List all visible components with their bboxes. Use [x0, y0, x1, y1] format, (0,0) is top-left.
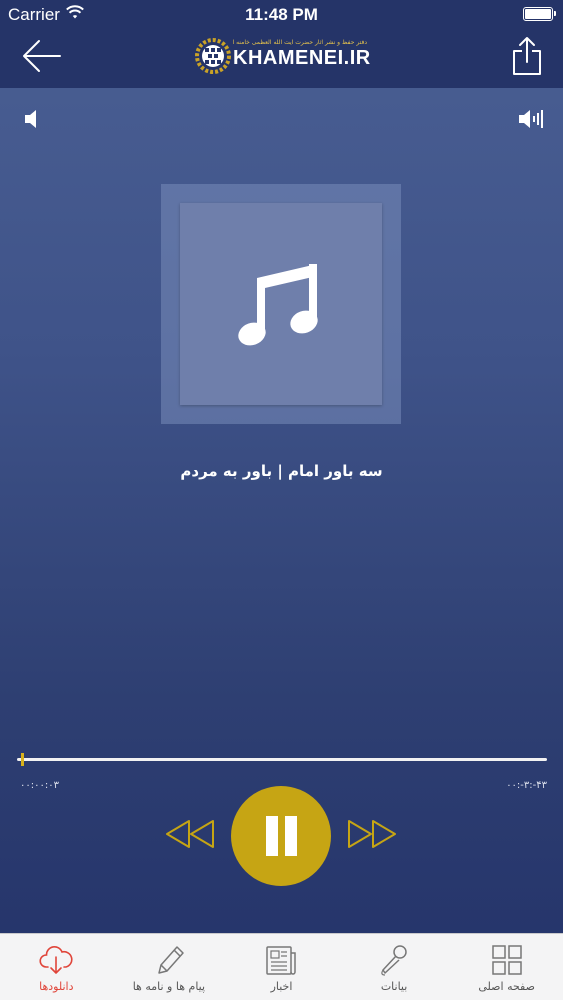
battery-icon: [523, 7, 556, 21]
emblem-icon: [195, 38, 231, 74]
navigation-bar: دفتر حفظ و نشر آثار حضرت آیت الله العظمی…: [0, 30, 563, 88]
speaker-high-icon[interactable]: [517, 108, 545, 130]
speaker-low-icon[interactable]: [22, 108, 42, 130]
microphone-icon: [381, 945, 407, 976]
time-remaining: ۰۰:-۳:-۴۳: [506, 780, 547, 791]
tab-messages-letters[interactable]: پیام ها و نامه ها: [113, 934, 226, 1000]
tab-label: بیانات: [380, 980, 408, 993]
tab-home[interactable]: صفحه اصلی: [450, 934, 563, 1000]
arrow-left-icon[interactable]: [20, 38, 62, 74]
track-title: سه باور امام | باور به مردم: [180, 462, 383, 480]
pen-icon: [158, 946, 184, 974]
artwork-frame: [161, 184, 401, 424]
music-note-icon: [238, 264, 318, 346]
pause-icon-bar-left: [266, 816, 278, 856]
tab-label: دانلودها: [39, 980, 74, 993]
fast-forward-icon[interactable]: [345, 818, 399, 850]
time-elapsed: ۰۰:۰۰:۰۳: [20, 780, 59, 791]
khamenei-logo: دفتر حفظ و نشر آثار حضرت آیت الله العظمی…: [195, 38, 370, 78]
album-artwork: [180, 203, 382, 405]
pause-icon-bar-right: [285, 816, 297, 856]
cloud-download-icon: [39, 946, 73, 974]
tab-news[interactable]: اخبار: [225, 934, 338, 1000]
newspaper-icon: [266, 946, 297, 975]
status-bar: Carrier 11:48 PM: [0, 0, 563, 30]
tab-label: صفحه اصلی: [478, 980, 535, 993]
progress-slider[interactable]: [17, 753, 547, 766]
progress-thumb[interactable]: [21, 753, 24, 766]
logo-tagline: دفتر حفظ و نشر آثار حضرت آیت الله العظمی…: [233, 39, 367, 46]
tab-label: پیام ها و نامه ها: [132, 980, 206, 993]
tab-statements[interactable]: بیانات: [338, 934, 451, 1000]
status-time: 11:48 PM: [245, 5, 318, 24]
pause-button[interactable]: [231, 786, 331, 886]
share-icon[interactable]: [511, 36, 543, 76]
tab-label: اخبار: [270, 980, 293, 993]
tab-bar: دانلودها پیام ها و نامه ها اخبار بیانات …: [0, 933, 563, 1000]
tab-downloads[interactable]: دانلودها: [0, 934, 113, 1000]
grid-icon: [491, 945, 522, 975]
logo-text: KHAMENEI.IR: [233, 47, 371, 69]
rewind-icon[interactable]: [163, 818, 217, 850]
audio-player-screen: Carrier 11:48 PM دفتر حفظ و نشر آثار حضر…: [0, 0, 563, 1000]
